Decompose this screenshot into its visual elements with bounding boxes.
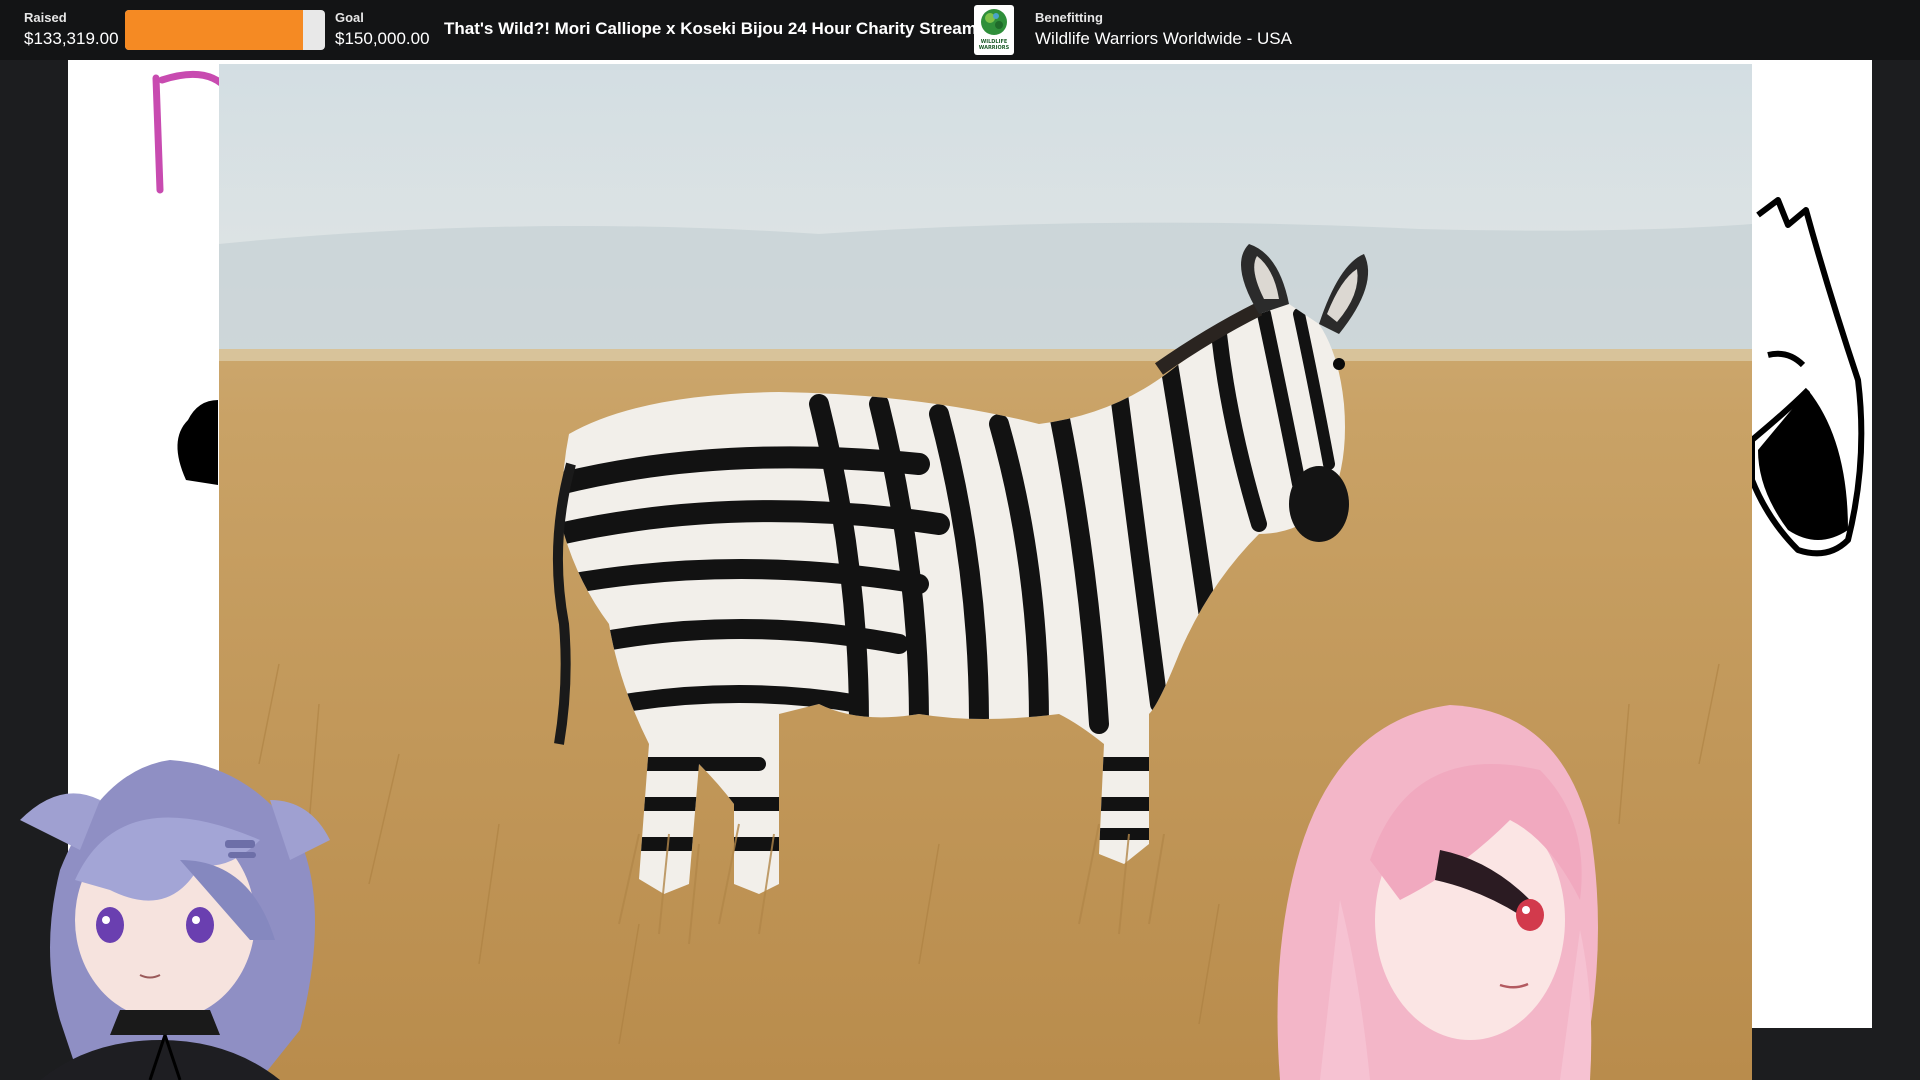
wildlife-warriors-logo-icon: WILDLIFE WARRIORS	[979, 9, 1010, 51]
black-doodle-eye	[1767, 350, 1806, 368]
vtuber-avatar-right	[1260, 700, 1620, 1080]
avatar-right-figure	[1277, 705, 1598, 1080]
goal-label: Goal	[335, 10, 364, 25]
logo-text-warriors: WARRIORS	[979, 45, 1010, 51]
donation-progress-bar	[125, 10, 325, 50]
stream-title: That's Wild?! Mori Calliope x Koseki Bij…	[444, 19, 977, 38]
stream-stage: Raised $133,319.00 Goal $150,000.00 That…	[0, 0, 1920, 1080]
distant-hills	[219, 222, 1752, 354]
charity-logo: WILDLIFE WARRIORS	[974, 5, 1014, 55]
goal-stat: Goal $150,000.00	[335, 10, 430, 50]
charity-tracker-bar: Raised $133,319.00 Goal $150,000.00 That…	[0, 0, 1920, 60]
vtuber-avatar-left	[0, 690, 340, 1080]
raised-label: Raised	[24, 10, 67, 25]
avatar-left-figure	[20, 760, 330, 1080]
black-doodle-left	[177, 400, 218, 485]
benefit-label: Benefitting	[1035, 10, 1103, 25]
raised-amount: $133,319.00	[24, 29, 119, 48]
benefit-stat: Benefitting Wildlife Warriors Worldwide …	[1035, 10, 1292, 50]
goal-amount: $150,000.00	[335, 29, 430, 48]
raised-stat: Raised $133,319.00	[24, 10, 119, 50]
donation-progress-fill	[125, 10, 303, 50]
horizon-line	[219, 349, 1752, 361]
pink-doodle	[152, 70, 232, 194]
benefit-name: Wildlife Warriors Worldwide - USA	[1035, 29, 1292, 48]
